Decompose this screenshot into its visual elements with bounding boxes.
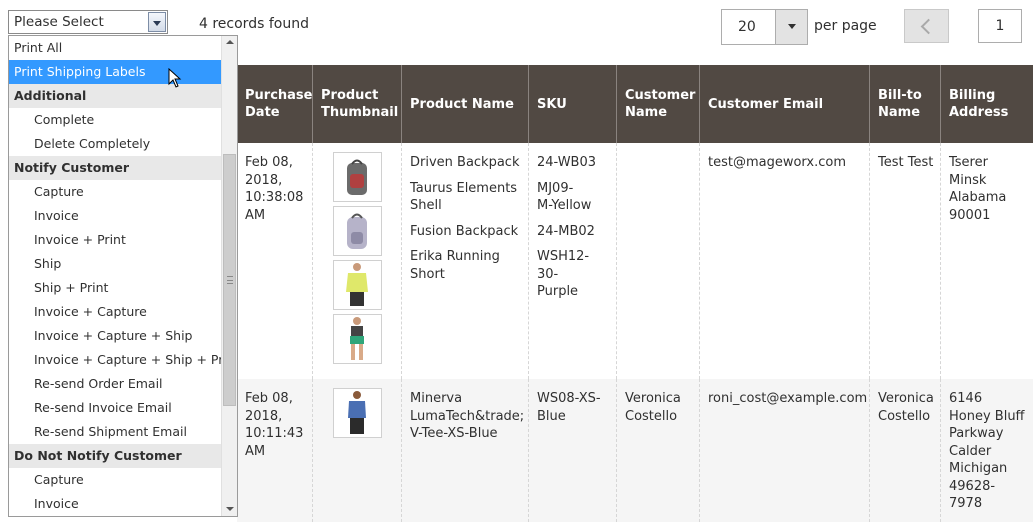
dropdown-group-label: Do Not Notify Customer bbox=[9, 444, 222, 468]
dropdown-option[interactable]: Print Shipping Labels bbox=[9, 60, 222, 84]
column-header-customer-name[interactable]: Customer Name bbox=[617, 65, 700, 143]
dropdown-option[interactable]: Re-send Order Email bbox=[9, 372, 222, 396]
column-header-customer-email[interactable]: Customer Email bbox=[700, 65, 870, 143]
sku: MJ09- M-Yellow bbox=[537, 180, 592, 214]
dropdown-option[interactable]: Complete bbox=[9, 108, 222, 132]
product-thumbnail[interactable] bbox=[332, 388, 382, 438]
column-header-billing-address[interactable]: Billing Address bbox=[941, 65, 1033, 143]
sku: WSH12-30- Purple bbox=[537, 249, 590, 299]
product-name: Fusion Backpack bbox=[410, 223, 519, 239]
dropdown-option[interactable]: Invoice bbox=[9, 204, 222, 228]
sku: WS08-XS- Blue bbox=[537, 391, 601, 424]
sku: 24-WB03 bbox=[537, 155, 597, 170]
dropdown-group-label: Additional bbox=[9, 84, 222, 108]
dropdown-option[interactable]: Capture bbox=[9, 180, 222, 204]
sku: 24-MB02 bbox=[537, 223, 595, 239]
dropdown-option[interactable]: Invoice + Print bbox=[9, 228, 222, 252]
customer-email-cell: roni_cost@example.com bbox=[700, 379, 870, 522]
person-tee-icon bbox=[348, 391, 366, 434]
thumbnail-cell bbox=[313, 379, 402, 522]
column-header-purchase-date[interactable]: Purchase Date bbox=[237, 65, 313, 143]
product-name-cell: Driven Backpack Taurus Elements Shell Fu… bbox=[402, 143, 529, 379]
chevron-down-icon[interactable] bbox=[148, 12, 166, 32]
backpack-icon bbox=[347, 159, 367, 195]
bill-to-name-cell: Test Test bbox=[870, 143, 941, 379]
dropdown-option[interactable]: Invoice + Capture + Ship + Print bbox=[9, 348, 237, 372]
purchase-date-cell: Feb 08, 2018, 10:38:08 AM bbox=[237, 143, 313, 379]
scroll-down-icon[interactable] bbox=[222, 502, 237, 516]
actions-options: Print All Print Shipping Labels Additional… bbox=[9, 36, 237, 516]
chevron-down-icon[interactable] bbox=[775, 10, 807, 44]
records-found: 4 records found bbox=[199, 16, 309, 32]
billing-address-cell: 6146 Honey Bluff Parkway Calder Michigan… bbox=[949, 391, 1025, 511]
column-header-bill-to-name[interactable]: Bill-to Name bbox=[870, 65, 941, 143]
grid-header: Purchase Date Product Thumbnail Product … bbox=[237, 65, 1033, 143]
sku-cell: 24-WB03 MJ09- M-Yellow 24-MB02 WSH12-30-… bbox=[529, 143, 617, 379]
mouse-cursor-icon bbox=[168, 68, 182, 88]
dropdown-option[interactable]: Print All bbox=[9, 36, 222, 60]
backpack-icon bbox=[347, 213, 367, 249]
dropdown-option[interactable]: Ship bbox=[9, 252, 222, 276]
bill-to-name-cell: Veronica Costello bbox=[870, 379, 941, 522]
customer-name-cell: Veronica Costello bbox=[617, 379, 700, 522]
product-thumbnail[interactable] bbox=[332, 206, 382, 256]
thumbnail-cell bbox=[313, 143, 402, 379]
person-shorts-icon bbox=[350, 317, 364, 360]
customer-email-cell: test@mageworx.com bbox=[700, 143, 870, 379]
column-header-product-thumbnail[interactable]: Product Thumbnail bbox=[313, 65, 402, 143]
actions-dropdown-list[interactable]: Print All Print Shipping Labels Additional… bbox=[8, 35, 238, 517]
person-jacket-icon bbox=[346, 263, 368, 306]
dropdown-option[interactable]: Ship + Print bbox=[9, 276, 222, 300]
scrollbar-thumb[interactable] bbox=[223, 154, 236, 406]
dropdown-option[interactable]: Capture bbox=[9, 468, 222, 492]
dropdown-group-label: Notify Customer bbox=[9, 156, 222, 180]
dropdown-option[interactable]: Invoice bbox=[9, 492, 222, 516]
product-name: Minerva LumaTech&trade; V-Tee-XS-Blue bbox=[410, 391, 525, 441]
purchase-date-cell: Feb 08, 2018, 10:11:43 AM bbox=[237, 379, 313, 522]
product-thumbnail[interactable] bbox=[332, 314, 382, 364]
product-name-cell: Minerva LumaTech&trade; V-Tee-XS-Blue bbox=[402, 379, 529, 522]
actions-select[interactable]: Please Select bbox=[8, 10, 168, 34]
per-page-label: per page bbox=[814, 18, 877, 34]
dropdown-option[interactable]: Re-send Invoice Email bbox=[9, 396, 222, 420]
per-page-value: 20 bbox=[738, 19, 756, 35]
column-header-sku[interactable]: SKU bbox=[529, 65, 617, 143]
dropdown-option[interactable]: Invoice + Capture bbox=[9, 300, 222, 324]
product-thumbnail[interactable] bbox=[332, 260, 382, 310]
scroll-up-icon[interactable] bbox=[222, 36, 237, 50]
billing-address-cell: Tserer Minsk Alabama 90001 bbox=[949, 155, 1007, 223]
product-name: Taurus Elements Shell bbox=[410, 180, 518, 214]
customer-name-cell bbox=[617, 143, 700, 379]
sku-cell: WS08-XS- Blue bbox=[529, 379, 617, 522]
product-name: Erika Running Short bbox=[410, 249, 500, 282]
dropdown-option[interactable]: Invoice + Capture + Ship bbox=[9, 324, 222, 348]
grip-icon bbox=[227, 276, 233, 284]
product-thumbnail[interactable] bbox=[332, 152, 382, 202]
dropdown-option[interactable]: Re-send Shipment Email bbox=[9, 420, 222, 444]
dropdown-option[interactable]: Delete Completely bbox=[9, 132, 222, 156]
page-number-input[interactable]: 1 bbox=[978, 9, 1022, 43]
dropdown-scrollbar[interactable] bbox=[221, 36, 237, 516]
column-header-product-name[interactable]: Product Name bbox=[402, 65, 529, 143]
table-row[interactable]: Feb 08, 2018, 10:38:08 AM Driven Backpac… bbox=[237, 143, 1033, 379]
prev-page-button[interactable] bbox=[904, 9, 949, 43]
actions-select-value: Please Select bbox=[14, 14, 104, 30]
product-name: Driven Backpack bbox=[410, 155, 520, 170]
per-page-select[interactable]: 20 bbox=[721, 9, 808, 45]
table-row[interactable]: Feb 08, 2018, 10:11:43 AM Minerva LumaTe… bbox=[237, 379, 1033, 522]
